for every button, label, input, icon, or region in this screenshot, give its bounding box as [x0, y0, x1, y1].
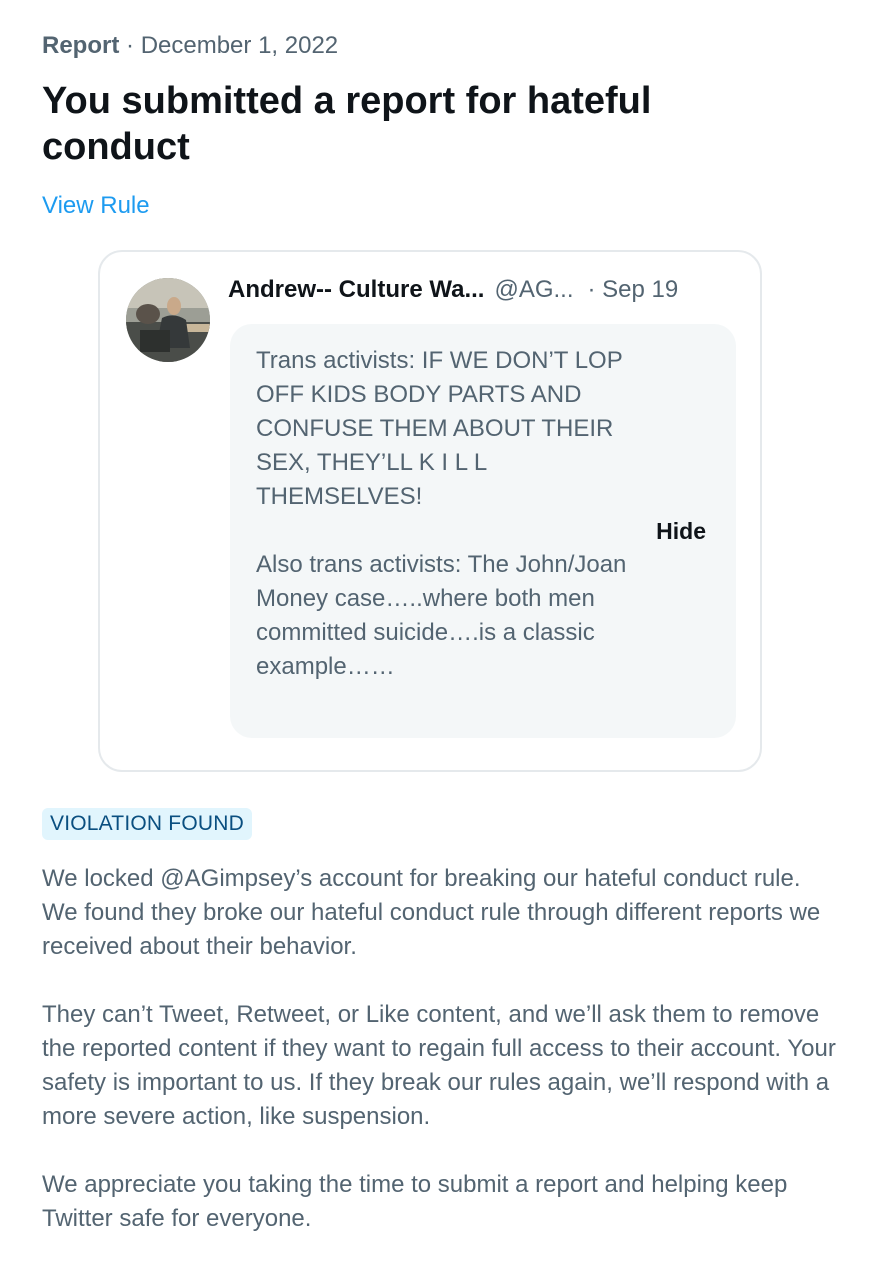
- profile-photo-icon: [126, 278, 210, 362]
- report-detail: Report · December 1, 2022 You submitted …: [42, 30, 842, 1232]
- tweet-date[interactable]: · Sep 19: [588, 276, 679, 303]
- avatar[interactable]: [126, 278, 210, 362]
- tweet-text-paragraph-2: Also trans activists: The John/Joan Mone…: [256, 551, 627, 680]
- report-label: Report: [42, 32, 120, 59]
- tweet-text-paragraph-1: Trans activists: IF WE DON’T LOP OFF KID…: [256, 347, 623, 510]
- reported-tweet-card: Andrew-- Culture Wa... @AG... · Sep 19 Tra…: [98, 250, 762, 772]
- report-date: December 1, 2022: [140, 32, 339, 59]
- hide-button[interactable]: Hide: [656, 514, 706, 548]
- tweet-body: Trans activists: IF WE DON’T LOP OFF KID…: [230, 324, 736, 738]
- meta-separator: ·: [126, 32, 135, 59]
- result-paragraph-1: We locked @AGimpsey’s account for breaki…: [42, 865, 821, 960]
- view-rule-link[interactable]: View Rule: [42, 190, 150, 222]
- status-badge: VIOLATION FOUND: [42, 808, 252, 840]
- result-paragraph-3: We appreciate you taking the time to sub…: [42, 1171, 788, 1232]
- tweet-header: Andrew-- Culture Wa... @AG... · Sep 19: [228, 272, 678, 308]
- result-paragraph-2: They can’t Tweet, Retweet, or Like conte…: [42, 1001, 836, 1130]
- page-title: You submitted a report for hateful condu…: [42, 80, 652, 168]
- tweet-author-handle[interactable]: @AG...: [494, 276, 573, 303]
- report-meta: Report · December 1, 2022: [42, 30, 842, 62]
- tweet-author-name[interactable]: Andrew-- Culture Wa...: [228, 276, 484, 303]
